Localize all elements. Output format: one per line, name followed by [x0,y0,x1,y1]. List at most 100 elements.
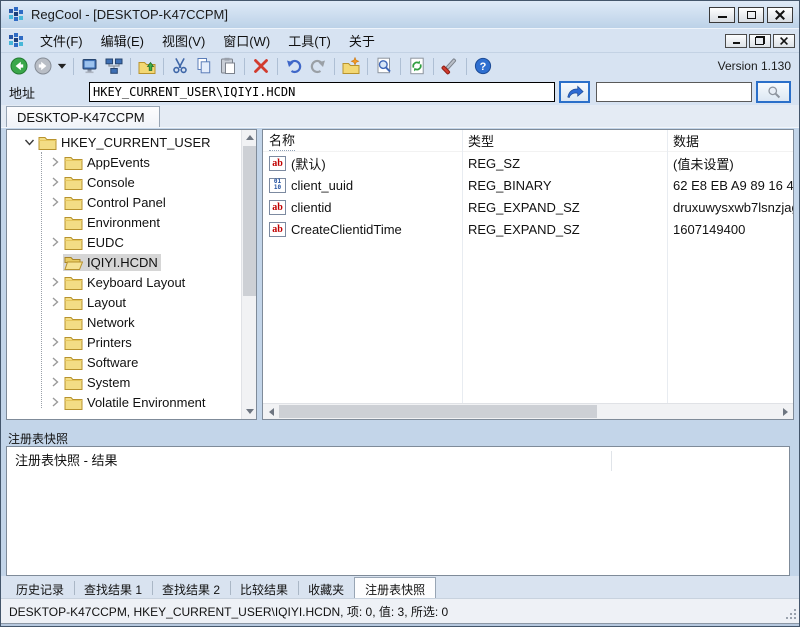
tree-node-target[interactable]: Software [63,354,141,371]
go-button[interactable] [559,81,590,103]
paste-button[interactable] [216,55,240,78]
menu-item-1[interactable]: 编辑(E) [92,29,153,52]
column-divider[interactable] [462,130,463,403]
tree-node-target[interactable]: AppEvents [63,154,153,171]
tree-item-system[interactable]: System [7,372,240,392]
mdi-restore-button[interactable] [749,34,771,48]
minimize-button[interactable] [709,7,735,23]
back-button[interactable] [7,55,31,78]
tree-item-layout[interactable]: Layout [7,292,240,312]
bottom-tab-3[interactable]: 比较结果 [230,577,298,598]
menu-item-0[interactable]: 文件(F) [31,29,92,52]
tree-node-target[interactable]: Console [63,174,138,191]
chevron-right-icon[interactable] [47,194,63,210]
value-row-client-uuid[interactable]: 0110client_uuidREG_BINARY62 E8 EB A9 89 … [263,174,793,196]
chevron-down-icon[interactable] [21,134,37,150]
chevron-right-icon[interactable] [47,394,63,410]
bottom-tab-0[interactable]: 历史记录 [6,577,74,598]
scroll-thumb[interactable] [243,146,256,296]
tree-node-target[interactable]: Keyboard Layout [63,274,188,291]
tree-node-target[interactable]: System [63,374,133,391]
search-button[interactable] [756,81,791,103]
session-tab[interactable]: DESKTOP-K47CCPM [6,106,160,127]
quick-search-input[interactable] [596,82,752,102]
tree-item-iqiyi-hcdn[interactable]: IQIYI.HCDN [7,252,240,272]
tree-item-keyboard-layout[interactable]: Keyboard Layout [7,272,240,292]
tree-item-appevents[interactable]: AppEvents [7,152,240,172]
computer-button[interactable] [78,55,102,78]
chevron-right-icon[interactable] [47,234,63,250]
scroll-up-icon[interactable] [242,130,257,145]
scroll-thumb[interactable] [279,405,597,418]
history-dropdown-button[interactable] [55,55,69,78]
tree-item-volatile-environment[interactable]: Volatile Environment [7,392,240,412]
column-divider[interactable] [667,130,668,403]
copy-button[interactable] [192,55,216,78]
toolbar-separator [334,58,335,75]
column-header-1[interactable]: 类型 [462,131,667,150]
maximize-button[interactable] [738,7,764,23]
refresh-button[interactable] [405,55,429,78]
resize-grip-icon[interactable] [786,609,796,619]
new-key-button[interactable] [339,55,363,78]
chevron-right-icon[interactable] [47,374,63,390]
chevron-right-icon[interactable] [47,174,63,190]
scroll-down-icon[interactable] [242,404,257,419]
list-horizontal-scrollbar[interactable] [263,403,793,419]
tree-node-target[interactable]: EUDC [63,234,127,251]
network-button[interactable] [102,55,126,78]
cut-button[interactable] [168,55,192,78]
redo-button[interactable] [306,55,330,78]
column-header-0[interactable]: 名称 [263,130,462,151]
tree-item-hkey-current-user[interactable]: HKEY_CURRENT_USER [7,132,240,152]
bottom-tab-4[interactable]: 收藏夹 [298,577,354,598]
menu-item-5[interactable]: 关于 [340,29,384,52]
tree-node-target[interactable]: Volatile Environment [63,394,209,411]
undo-button[interactable] [282,55,306,78]
bottom-tab-2[interactable]: 查找结果 2 [152,577,230,598]
menu-item-2[interactable]: 视图(V) [153,29,214,52]
menu-item-3[interactable]: 窗口(W) [214,29,279,52]
tree-item-eudc[interactable]: EUDC [7,232,240,252]
bottom-tab-5[interactable]: 注册表快照 [354,577,436,598]
tools-button[interactable] [438,55,462,78]
column-header-2[interactable]: 数据 [667,131,793,150]
tree-item-software[interactable]: Software [7,352,240,372]
tree-item-network[interactable]: Network [7,312,240,332]
snapshot-result-column-header[interactable]: 注册表快照 - 结果 [7,447,789,471]
tree-node-target[interactable]: Layout [63,294,129,311]
help-button[interactable]: ? [471,55,495,78]
bottom-tab-1[interactable]: 查找结果 1 [74,577,152,598]
scroll-right-icon[interactable] [777,404,793,419]
value-row--[interactable]: ab(默认)REG_SZ(值未设置) [263,152,793,174]
tree-node-target[interactable]: HKEY_CURRENT_USER [37,134,214,151]
scroll-left-icon[interactable] [263,404,279,419]
address-input[interactable] [89,82,555,102]
value-row-CreateClientidTime[interactable]: abCreateClientidTimeREG_EXPAND_SZ1607149… [263,218,793,240]
close-button[interactable] [767,7,793,23]
chevron-right-icon[interactable] [47,334,63,350]
value-row-clientid[interactable]: abclientidREG_EXPAND_SZdruxuwysxwb7lsnzj… [263,196,793,218]
mdi-minimize-button[interactable] [725,34,747,48]
tree-item-console[interactable]: Console [7,172,240,192]
menu-item-4[interactable]: 工具(T) [279,29,340,52]
tree-node-target[interactable]: IQIYI.HCDN [63,254,161,271]
mdi-close-button[interactable] [773,34,795,48]
tree-item-control-panel[interactable]: Control Panel [7,192,240,212]
tree-node-target[interactable]: Network [63,314,138,331]
chevron-right-icon[interactable] [47,354,63,370]
tree-node-target[interactable]: Control Panel [63,194,169,211]
tree-item-printers[interactable]: Printers [7,332,240,352]
tree-item-environment[interactable]: Environment [7,212,240,232]
tree-node-target[interactable]: Printers [63,334,135,351]
window-title: RegCool - [DESKTOP-K47CCPM] [31,7,228,22]
tree-node-target[interactable]: Environment [63,214,163,231]
folder-up-button[interactable] [135,55,159,78]
chevron-right-icon[interactable] [47,294,63,310]
chevron-right-icon[interactable] [47,274,63,290]
forward-button[interactable] [31,55,55,78]
tree-vertical-scrollbar[interactable] [241,130,256,419]
find-button[interactable] [372,55,396,78]
delete-button[interactable] [249,55,273,78]
chevron-right-icon[interactable] [47,154,63,170]
